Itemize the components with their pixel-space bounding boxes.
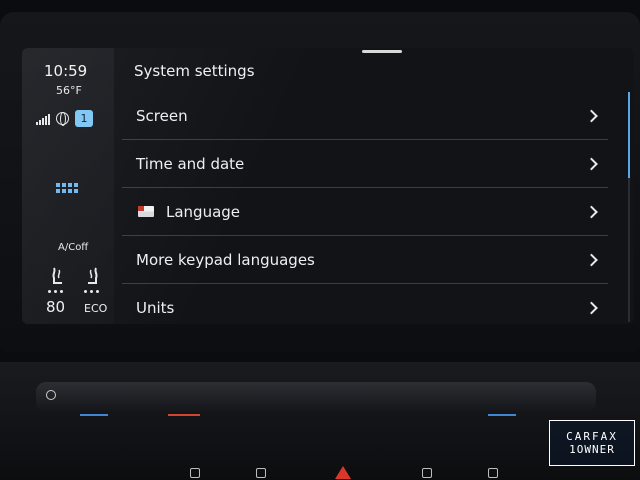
climate-control-panel — [0, 362, 640, 480]
clock: 10:59 — [44, 62, 88, 80]
outside-temperature: 56°F — [56, 84, 82, 97]
drive-mode-icon[interactable] — [256, 468, 266, 478]
settings-item-label: More keypad languages — [136, 250, 315, 269]
scroll-thumb[interactable] — [628, 92, 630, 178]
page-title: System settings — [134, 62, 255, 80]
settings-item-units[interactable]: Units — [122, 284, 608, 324]
settings-item-language[interactable]: Language — [122, 188, 608, 236]
chevron-right-icon — [585, 205, 598, 218]
globe-icon — [56, 112, 69, 126]
camera-icon[interactable] — [488, 468, 498, 478]
chevron-right-icon — [585, 157, 598, 170]
carfax-logo: CARFAX — [566, 430, 618, 443]
carfax-owner-label: 1OWNER — [569, 443, 615, 456]
carfax-watermark: CARFAX 1OWNER — [549, 420, 635, 466]
app-grid-icon[interactable] — [56, 183, 78, 193]
settings-item-label: Language — [166, 202, 241, 221]
seat-heat-left-icon[interactable] — [48, 266, 68, 286]
scrollbar[interactable] — [628, 92, 630, 322]
ac-status[interactable]: A/Coff — [58, 242, 88, 253]
seat-heat-right-level — [84, 290, 99, 293]
status-sidebar: 10:59 56°F 1 A/Coff 80 ECO — [22, 48, 114, 324]
eco-mode[interactable]: ECO — [84, 302, 107, 315]
seat-heat-right-icon[interactable] — [82, 266, 102, 286]
settings-list: Screen Time and date Language More keypa… — [122, 92, 608, 324]
infotainment-screen: 10:59 56°F 1 A/Coff 80 ECO System settin… — [22, 48, 634, 324]
settings-item-label: Time and date — [136, 154, 245, 173]
settings-item-label: Screen — [136, 106, 188, 125]
assist-icon[interactable] — [422, 468, 432, 478]
flag-icon — [138, 206, 154, 217]
settings-item-label: Units — [136, 298, 175, 317]
power-icon[interactable] — [46, 390, 56, 400]
heat-indicator — [168, 414, 200, 416]
pull-down-handle[interactable] — [362, 50, 402, 53]
notification-badge[interactable]: 1 — [75, 110, 93, 127]
parking-icon[interactable] — [190, 468, 200, 478]
touch-slider-strip[interactable] — [36, 382, 596, 412]
settings-item-screen[interactable]: Screen — [122, 92, 608, 140]
status-icons: 1 — [36, 110, 93, 127]
hazard-icon[interactable] — [335, 466, 351, 479]
chevron-right-icon — [585, 109, 598, 122]
settings-item-more-keypad-languages[interactable]: More keypad languages — [122, 236, 608, 284]
settings-item-time-and-date[interactable]: Time and date — [122, 140, 608, 188]
chevron-right-icon — [585, 301, 598, 314]
cool-indicator — [488, 414, 516, 416]
seat-heat-left-level — [48, 290, 63, 293]
fan-indicator — [80, 414, 108, 416]
signal-icon — [36, 113, 50, 125]
temperature-setting[interactable]: 80 — [46, 298, 65, 316]
chevron-right-icon — [585, 253, 598, 266]
